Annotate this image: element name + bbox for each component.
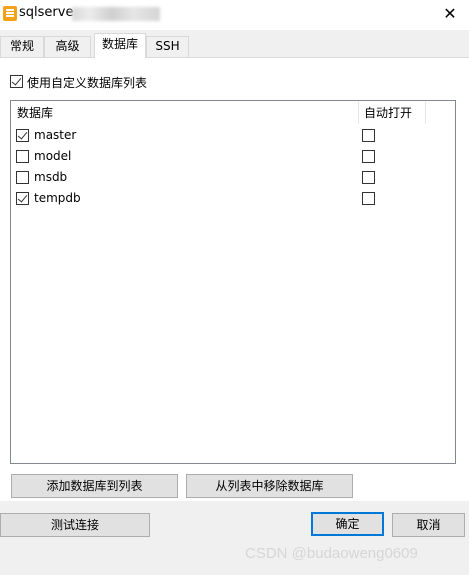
column-separator[interactable] — [425, 102, 426, 124]
custom-list-checkbox[interactable] — [10, 75, 23, 88]
ok-button[interactable]: 确定 — [311, 512, 384, 536]
custom-list-label: 使用自定义数据库列表 — [27, 76, 148, 90]
app-icon — [3, 6, 17, 21]
close-icon[interactable]: ✕ — [440, 4, 460, 24]
auto-open-checkbox-model[interactable] — [362, 150, 375, 163]
watermark: CSDN @budaoweng0609 — [245, 545, 418, 562]
tab-strip: 常规 高级 数据库 SSH — [0, 33, 469, 58]
tab-databases[interactable]: 数据库 — [94, 33, 146, 58]
column-header-auto-open[interactable]: 自动打开 — [364, 104, 412, 121]
tab-advanced[interactable]: 高级 — [44, 36, 91, 57]
database-list[interactable]: 数据库 自动打开 master model msdb tempdb — [10, 100, 456, 464]
database-checkbox-model[interactable] — [16, 150, 29, 163]
auto-open-checkbox-msdb[interactable] — [362, 171, 375, 184]
database-name: tempdb — [34, 191, 81, 205]
title-bar: sqlserve ✕ — [0, 0, 469, 30]
auto-open-checkbox-master[interactable] — [362, 129, 375, 142]
database-checkbox-master[interactable] — [16, 129, 29, 142]
test-connection-button[interactable]: 测试连接 — [0, 513, 150, 537]
cancel-button[interactable]: 取消 — [392, 513, 465, 537]
database-name: master — [34, 128, 77, 142]
database-name: model — [34, 149, 72, 163]
auto-open-checkbox-tempdb[interactable] — [362, 192, 375, 205]
database-name: msdb — [34, 170, 68, 184]
redacted-title — [72, 7, 160, 21]
database-checkbox-msdb[interactable] — [16, 171, 29, 184]
column-header-database[interactable]: 数据库 — [17, 104, 53, 121]
tab-ssh[interactable]: SSH — [146, 36, 189, 57]
add-to-list-button[interactable]: 添加数据库到列表 — [11, 474, 178, 498]
tab-general[interactable]: 常规 — [0, 36, 44, 57]
window-title: sqlserve — [19, 5, 74, 20]
database-checkbox-tempdb[interactable] — [16, 192, 29, 205]
remove-from-list-button[interactable]: 从列表中移除数据库 — [186, 474, 353, 498]
column-separator[interactable] — [358, 102, 359, 124]
